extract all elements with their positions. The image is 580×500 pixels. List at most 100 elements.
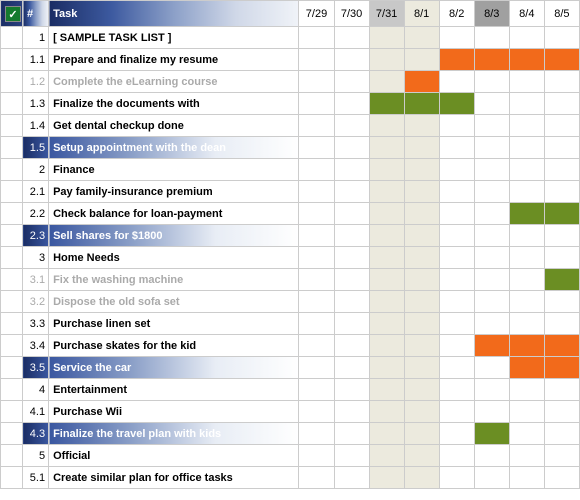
table-row[interactable]: 2.1Pay family-insurance premium xyxy=(1,181,580,203)
gantt-cell[interactable] xyxy=(334,291,369,313)
table-row[interactable]: 4Entertainment xyxy=(1,379,580,401)
gantt-cell[interactable] xyxy=(544,313,579,335)
gantt-cell[interactable] xyxy=(439,445,474,467)
gantt-cell[interactable] xyxy=(299,269,334,291)
gantt-cell[interactable] xyxy=(474,423,509,445)
gantt-cell[interactable] xyxy=(544,27,579,49)
header-date-2[interactable]: 7/31 xyxy=(369,1,404,27)
gantt-cell[interactable] xyxy=(439,247,474,269)
gantt-cell[interactable] xyxy=(474,137,509,159)
gantt-cell[interactable] xyxy=(474,225,509,247)
gantt-cell[interactable] xyxy=(404,225,439,247)
gantt-cell[interactable] xyxy=(334,445,369,467)
table-row[interactable]: 1.1Prepare and finalize my resume xyxy=(1,49,580,71)
gantt-cell[interactable] xyxy=(369,423,404,445)
gantt-cell[interactable] xyxy=(299,357,334,379)
gantt-cell[interactable] xyxy=(544,49,579,71)
gantt-cell[interactable] xyxy=(544,291,579,313)
gantt-cell[interactable] xyxy=(509,71,544,93)
gantt-cell[interactable] xyxy=(544,401,579,423)
gantt-cell[interactable] xyxy=(474,27,509,49)
gantt-cell[interactable] xyxy=(439,269,474,291)
gantt-cell[interactable] xyxy=(439,181,474,203)
gantt-cell[interactable] xyxy=(334,203,369,225)
gantt-cell[interactable] xyxy=(334,93,369,115)
gantt-cell[interactable] xyxy=(474,203,509,225)
gantt-cell[interactable] xyxy=(299,115,334,137)
gantt-cell[interactable] xyxy=(334,423,369,445)
gantt-cell[interactable] xyxy=(439,313,474,335)
gantt-cell[interactable] xyxy=(404,401,439,423)
gantt-cell[interactable] xyxy=(334,27,369,49)
gantt-cell[interactable] xyxy=(369,335,404,357)
row-check-cell[interactable] xyxy=(1,401,23,423)
gantt-cell[interactable] xyxy=(369,181,404,203)
gantt-cell[interactable] xyxy=(369,313,404,335)
gantt-cell[interactable] xyxy=(509,423,544,445)
table-row[interactable]: 1.3Finalize the documents with xyxy=(1,93,580,115)
gantt-cell[interactable] xyxy=(404,313,439,335)
gantt-cell[interactable] xyxy=(509,467,544,489)
table-row[interactable]: 3.3Purchase linen set xyxy=(1,313,580,335)
gantt-cell[interactable] xyxy=(369,137,404,159)
gantt-cell[interactable] xyxy=(299,203,334,225)
gantt-cell[interactable] xyxy=(509,247,544,269)
gantt-cell[interactable] xyxy=(404,71,439,93)
row-check-cell[interactable] xyxy=(1,423,23,445)
gantt-cell[interactable] xyxy=(439,335,474,357)
gantt-cell[interactable] xyxy=(334,335,369,357)
gantt-cell[interactable] xyxy=(299,159,334,181)
gantt-cell[interactable] xyxy=(509,93,544,115)
gantt-cell[interactable] xyxy=(404,159,439,181)
gantt-cell[interactable] xyxy=(299,93,334,115)
gantt-cell[interactable] xyxy=(404,49,439,71)
gantt-cell[interactable] xyxy=(474,467,509,489)
gantt-cell[interactable] xyxy=(369,357,404,379)
table-row[interactable]: 1.4Get dental checkup done xyxy=(1,115,580,137)
gantt-cell[interactable] xyxy=(369,401,404,423)
gantt-cell[interactable] xyxy=(369,225,404,247)
gantt-cell[interactable] xyxy=(404,423,439,445)
gantt-cell[interactable] xyxy=(334,467,369,489)
gantt-cell[interactable] xyxy=(439,49,474,71)
row-check-cell[interactable] xyxy=(1,49,23,71)
gantt-cell[interactable] xyxy=(544,225,579,247)
table-row[interactable]: 5.1Create similar plan for office tasks xyxy=(1,467,580,489)
gantt-cell[interactable] xyxy=(369,203,404,225)
row-check-cell[interactable] xyxy=(1,357,23,379)
row-check-cell[interactable] xyxy=(1,71,23,93)
gantt-cell[interactable] xyxy=(509,269,544,291)
gantt-cell[interactable] xyxy=(439,71,474,93)
table-row[interactable]: 2.3Sell shares for $1800 xyxy=(1,225,580,247)
gantt-cell[interactable] xyxy=(509,159,544,181)
gantt-cell[interactable] xyxy=(404,137,439,159)
gantt-cell[interactable] xyxy=(404,445,439,467)
gantt-cell[interactable] xyxy=(299,379,334,401)
header-date-3[interactable]: 8/1 xyxy=(404,1,439,27)
gantt-cell[interactable] xyxy=(299,335,334,357)
gantt-cell[interactable] xyxy=(474,159,509,181)
row-check-cell[interactable] xyxy=(1,225,23,247)
gantt-cell[interactable] xyxy=(404,335,439,357)
table-row[interactable]: 1[ SAMPLE TASK LIST ] xyxy=(1,27,580,49)
gantt-cell[interactable] xyxy=(509,137,544,159)
gantt-cell[interactable] xyxy=(369,467,404,489)
gantt-cell[interactable] xyxy=(299,27,334,49)
gantt-cell[interactable] xyxy=(509,445,544,467)
gantt-cell[interactable] xyxy=(509,313,544,335)
gantt-cell[interactable] xyxy=(369,71,404,93)
gantt-cell[interactable] xyxy=(544,445,579,467)
gantt-cell[interactable] xyxy=(404,379,439,401)
gantt-cell[interactable] xyxy=(544,115,579,137)
gantt-cell[interactable] xyxy=(334,49,369,71)
gantt-cell[interactable] xyxy=(334,115,369,137)
gantt-cell[interactable] xyxy=(334,357,369,379)
row-check-cell[interactable] xyxy=(1,27,23,49)
gantt-cell[interactable] xyxy=(509,379,544,401)
header-num[interactable]: # xyxy=(23,1,49,27)
gantt-cell[interactable] xyxy=(509,401,544,423)
table-row[interactable]: 3.2Dispose the old sofa set xyxy=(1,291,580,313)
row-check-cell[interactable] xyxy=(1,181,23,203)
row-check-cell[interactable] xyxy=(1,445,23,467)
table-row[interactable]: 3.1Fix the washing machine xyxy=(1,269,580,291)
